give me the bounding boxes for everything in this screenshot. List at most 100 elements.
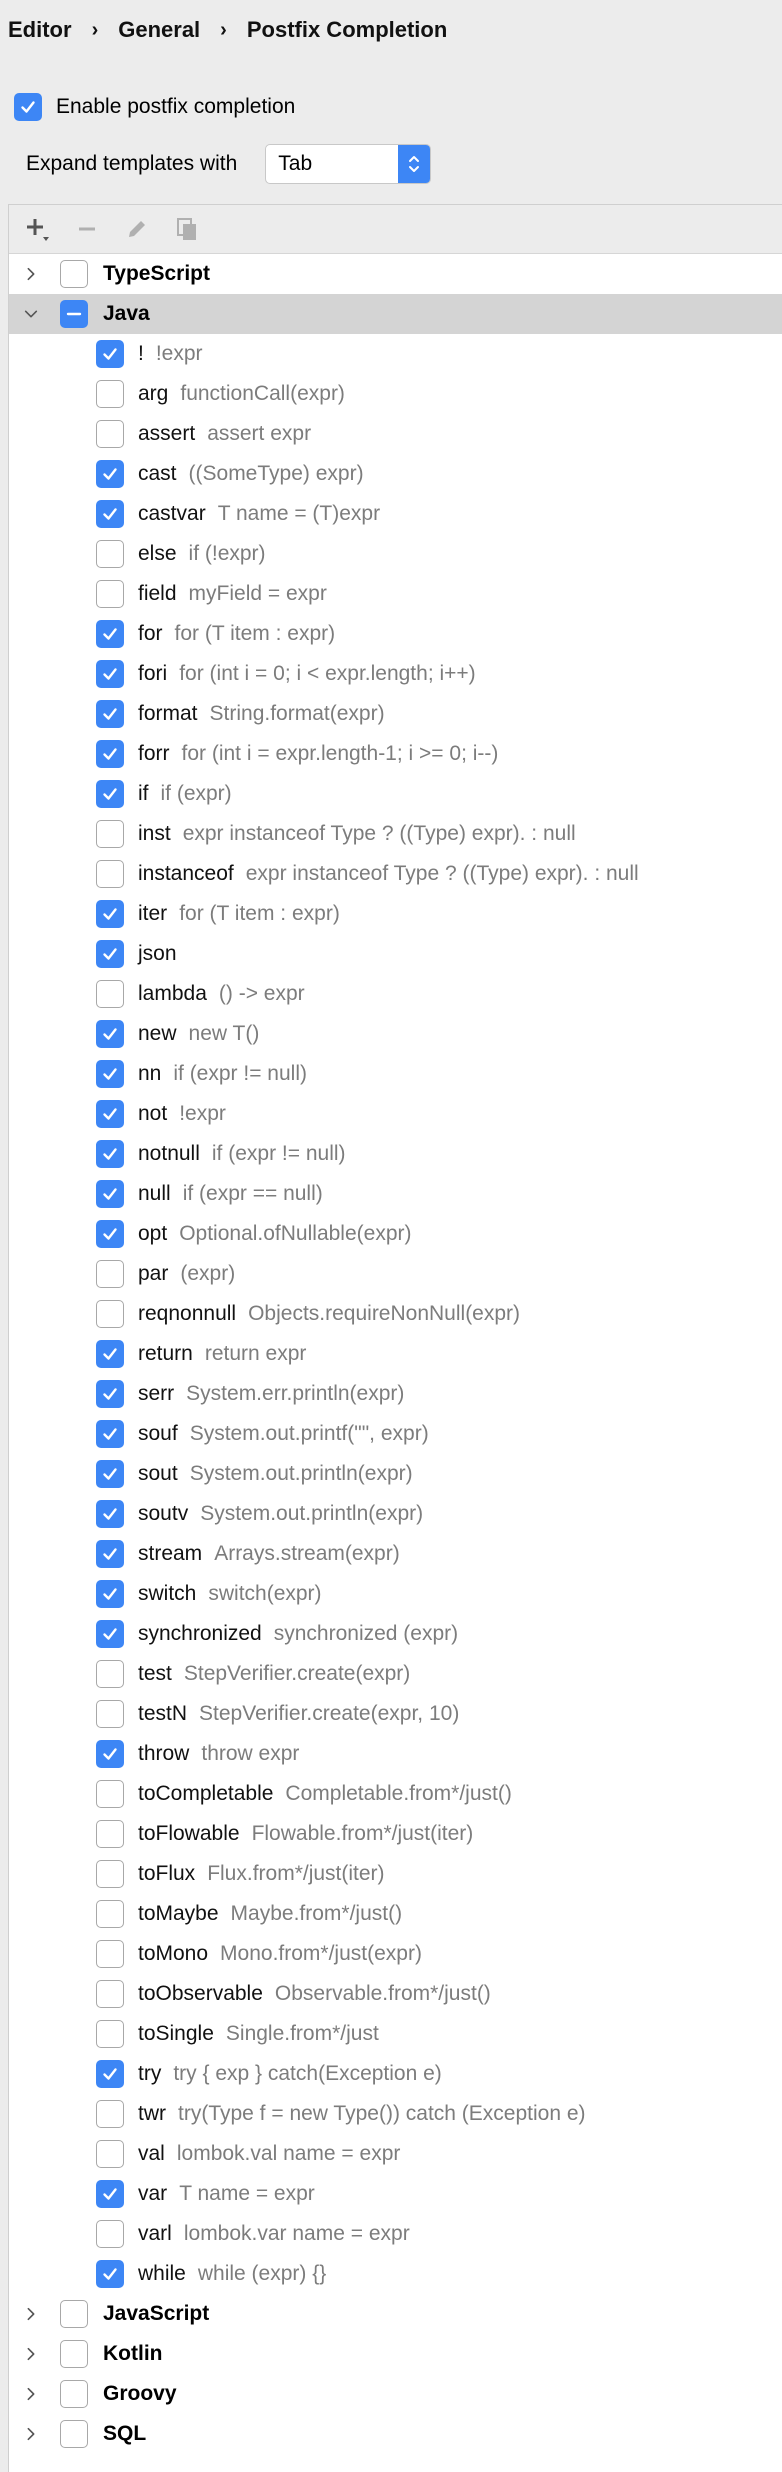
template-checkbox[interactable] xyxy=(96,1780,124,1808)
template-row[interactable]: reqnonnull Objects.requireNonNull(expr) xyxy=(9,1294,782,1334)
template-row[interactable]: not !expr xyxy=(9,1094,782,1134)
breadcrumb-editor[interactable]: Editor xyxy=(8,17,72,43)
template-checkbox[interactable] xyxy=(96,460,124,488)
template-checkbox[interactable] xyxy=(96,2100,124,2128)
template-row[interactable]: synchronized synchronized (expr) xyxy=(9,1614,782,1654)
template-row[interactable]: stream Arrays.stream(expr) xyxy=(9,1534,782,1574)
template-row[interactable]: toFlowable Flowable.from*/just(iter) xyxy=(9,1814,782,1854)
template-row[interactable]: toCompletable Completable.from*/just() xyxy=(9,1774,782,1814)
template-checkbox[interactable] xyxy=(96,2140,124,2168)
template-checkbox[interactable] xyxy=(96,1740,124,1768)
template-checkbox[interactable] xyxy=(96,2180,124,2208)
chevron-down-icon[interactable] xyxy=(23,306,39,322)
template-row[interactable]: ! !expr xyxy=(9,334,782,374)
template-checkbox[interactable] xyxy=(96,900,124,928)
template-checkbox[interactable] xyxy=(96,1540,124,1568)
enable-postfix-checkbox[interactable] xyxy=(14,93,42,121)
template-row[interactable]: throw throw expr xyxy=(9,1734,782,1774)
category-checkbox-java[interactable] xyxy=(60,300,88,328)
template-row[interactable]: return return expr xyxy=(9,1334,782,1374)
template-checkbox[interactable] xyxy=(96,1940,124,1968)
template-checkbox[interactable] xyxy=(96,1220,124,1248)
template-checkbox[interactable] xyxy=(96,420,124,448)
template-row[interactable]: json xyxy=(9,934,782,974)
category-row-typescript[interactable]: TypeScript xyxy=(9,254,782,294)
template-row[interactable]: val lombok.val name = expr xyxy=(9,2134,782,2174)
template-row[interactable]: while while (expr) {} xyxy=(9,2254,782,2294)
expand-templates-select[interactable]: Tab xyxy=(265,144,432,184)
category-checkbox-typescript[interactable] xyxy=(60,260,88,288)
template-checkbox[interactable] xyxy=(96,1860,124,1888)
chevron-right-icon[interactable] xyxy=(23,2306,39,2322)
template-row[interactable]: else if (!expr) xyxy=(9,534,782,574)
template-row[interactable]: serr System.err.println(expr) xyxy=(9,1374,782,1414)
template-row[interactable]: soutv System.out.println(expr) xyxy=(9,1494,782,1534)
template-row[interactable]: sout System.out.println(expr) xyxy=(9,1454,782,1494)
category-checkbox-kotlin[interactable] xyxy=(60,2340,88,2368)
template-checkbox[interactable] xyxy=(96,1140,124,1168)
copy-icon[interactable] xyxy=(173,215,201,243)
template-row[interactable]: forr for (int i = expr.length-1; i >= 0; … xyxy=(9,734,782,774)
template-row[interactable]: toMono Mono.from*/just(expr) xyxy=(9,1934,782,1974)
template-checkbox[interactable] xyxy=(96,380,124,408)
template-checkbox[interactable] xyxy=(96,2220,124,2248)
chevron-right-icon[interactable] xyxy=(23,2346,39,2362)
template-row[interactable]: instanceof expr instanceof Type ? ((Type)… xyxy=(9,854,782,894)
category-row-groovy[interactable]: Groovy xyxy=(9,2374,782,2414)
template-checkbox[interactable] xyxy=(96,2060,124,2088)
template-row[interactable]: field myField = expr xyxy=(9,574,782,614)
template-checkbox[interactable] xyxy=(96,540,124,568)
template-checkbox[interactable] xyxy=(96,1340,124,1368)
template-row[interactable]: null if (expr == null) xyxy=(9,1174,782,1214)
template-checkbox[interactable] xyxy=(96,1460,124,1488)
category-checkbox-groovy[interactable] xyxy=(60,2380,88,2408)
template-checkbox[interactable] xyxy=(96,1180,124,1208)
template-row[interactable]: format String.format(expr) xyxy=(9,694,782,734)
template-row[interactable]: nn if (expr != null) xyxy=(9,1054,782,1094)
template-row[interactable]: assert assert expr xyxy=(9,414,782,454)
template-checkbox[interactable] xyxy=(96,1100,124,1128)
template-row[interactable]: lambda () -> expr xyxy=(9,974,782,1014)
template-row[interactable]: testN StepVerifier.create(expr, 10) xyxy=(9,1694,782,1734)
template-checkbox[interactable] xyxy=(96,1820,124,1848)
template-checkbox[interactable] xyxy=(96,660,124,688)
template-row[interactable]: opt Optional.ofNullable(expr) xyxy=(9,1214,782,1254)
template-row[interactable]: toFlux Flux.from*/just(iter) xyxy=(9,1854,782,1894)
category-checkbox-sql[interactable] xyxy=(60,2420,88,2448)
template-checkbox[interactable] xyxy=(96,1420,124,1448)
category-row-javascript[interactable]: JavaScript xyxy=(9,2294,782,2334)
template-row[interactable]: arg functionCall(expr) xyxy=(9,374,782,414)
template-checkbox[interactable] xyxy=(96,1300,124,1328)
template-checkbox[interactable] xyxy=(96,1260,124,1288)
enable-postfix-label[interactable]: Enable postfix completion xyxy=(56,95,295,119)
template-checkbox[interactable] xyxy=(96,1580,124,1608)
breadcrumb-general[interactable]: General xyxy=(118,17,200,43)
template-checkbox[interactable] xyxy=(96,1900,124,1928)
template-checkbox[interactable] xyxy=(96,860,124,888)
template-row[interactable]: switch switch(expr) xyxy=(9,1574,782,1614)
template-checkbox[interactable] xyxy=(96,1060,124,1088)
template-row[interactable]: castvar T name = (T)expr xyxy=(9,494,782,534)
template-row[interactable]: twr try(Type f = new Type()) catch (Excep… xyxy=(9,2094,782,2134)
template-checkbox[interactable] xyxy=(96,980,124,1008)
template-checkbox[interactable] xyxy=(96,2260,124,2288)
edit-icon[interactable] xyxy=(123,215,151,243)
template-checkbox[interactable] xyxy=(96,700,124,728)
template-checkbox[interactable] xyxy=(96,1380,124,1408)
template-checkbox[interactable] xyxy=(96,1020,124,1048)
template-row[interactable]: toSingle Single.from*/just xyxy=(9,2014,782,2054)
template-row[interactable]: cast ((SomeType) expr) xyxy=(9,454,782,494)
template-checkbox[interactable] xyxy=(96,740,124,768)
chevron-right-icon[interactable] xyxy=(23,2386,39,2402)
template-checkbox[interactable] xyxy=(96,1700,124,1728)
template-row[interactable]: varl lombok.var name = expr xyxy=(9,2214,782,2254)
template-checkbox[interactable] xyxy=(96,1620,124,1648)
template-row[interactable]: try try { exp } catch(Exception e) xyxy=(9,2054,782,2094)
template-row[interactable]: souf System.out.printf("", expr) xyxy=(9,1414,782,1454)
template-checkbox[interactable] xyxy=(96,1980,124,2008)
template-row[interactable]: toMaybe Maybe.from*/just() xyxy=(9,1894,782,1934)
template-checkbox[interactable] xyxy=(96,340,124,368)
chevron-right-icon[interactable] xyxy=(23,2426,39,2442)
template-checkbox[interactable] xyxy=(96,1500,124,1528)
category-row-kotlin[interactable]: Kotlin xyxy=(9,2334,782,2374)
